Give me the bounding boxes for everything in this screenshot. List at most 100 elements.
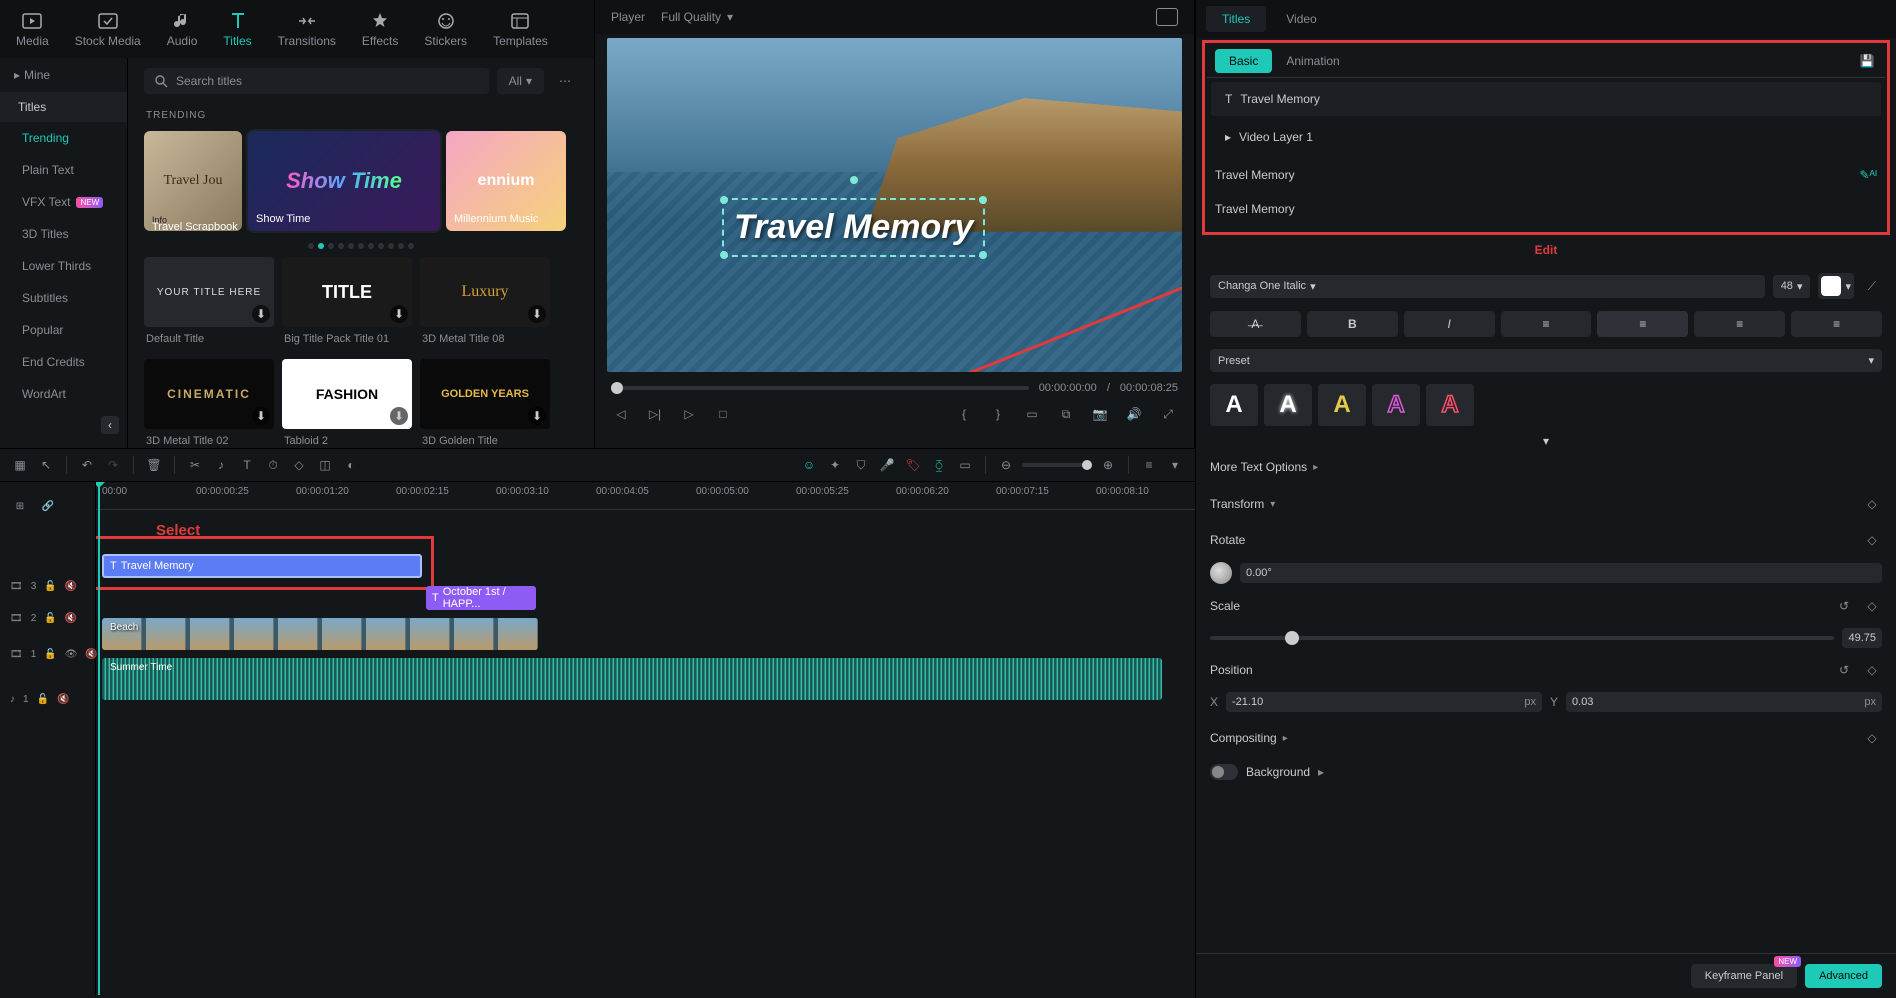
- cut-icon[interactable]: ✂: [185, 455, 205, 475]
- tab-audio[interactable]: Audio: [157, 6, 208, 52]
- pointer-icon[interactable]: ↖: [36, 455, 56, 475]
- preset-2[interactable]: A: [1264, 384, 1312, 426]
- compare-icon[interactable]: ▭: [1022, 404, 1042, 424]
- mark-in-icon[interactable]: {: [954, 404, 974, 424]
- prop-tab-titles[interactable]: Titles: [1206, 6, 1266, 32]
- snapshot-preview-icon[interactable]: [1156, 8, 1178, 26]
- search-input[interactable]: Search titles: [144, 68, 489, 94]
- keyframe-dot-icon[interactable]: ◇: [1862, 494, 1882, 514]
- speed-icon[interactable]: ⏱: [263, 455, 283, 475]
- trending-card-1[interactable]: Travel Jou Info Travel Scrapbook: [144, 131, 242, 231]
- more-text-options[interactable]: More Text Options▸: [1210, 450, 1882, 484]
- track-head-2[interactable]: 🎞2 🔓🔇: [0, 602, 95, 634]
- layer-text[interactable]: T Travel Memory: [1211, 82, 1881, 116]
- trending-card-3[interactable]: ennium Millennium Music: [446, 131, 566, 231]
- tab-stock[interactable]: Stock Media: [65, 6, 151, 52]
- download-icon[interactable]: ⬇: [528, 407, 546, 425]
- snapshot-icon[interactable]: 📷: [1090, 404, 1110, 424]
- layer-video[interactable]: ▸ Video Layer 1: [1211, 120, 1881, 154]
- lock-icon[interactable]: 🔓: [44, 581, 56, 592]
- trending-card-2[interactable]: Show Time Show Time: [248, 131, 440, 231]
- cat-wordart[interactable]: WordArt: [0, 378, 127, 410]
- position-x[interactable]: -21.10 px: [1226, 692, 1542, 712]
- preset-4[interactable]: A: [1372, 384, 1420, 426]
- subtab-animation[interactable]: Animation: [1272, 49, 1353, 73]
- download-icon[interactable]: ⬇: [390, 305, 408, 323]
- rotate-value[interactable]: 0.00°: [1240, 563, 1882, 583]
- preset-dropdown[interactable]: Preset▾: [1210, 349, 1882, 372]
- delete-icon[interactable]: 🗑: [144, 455, 164, 475]
- color-picker[interactable]: ▾: [1818, 273, 1854, 299]
- position-y[interactable]: 0.03 px: [1566, 692, 1882, 712]
- clip-audio[interactable]: Summer Time: [102, 658, 1162, 700]
- volume-icon[interactable]: 🔊: [1124, 404, 1144, 424]
- pencil-ai-icon[interactable]: ✎ᴬᴵ: [1860, 168, 1878, 182]
- cat-vfx[interactable]: VFX TextNEW: [0, 186, 127, 218]
- titles-folder[interactable]: Titles: [0, 92, 127, 122]
- clip-title[interactable]: T Travel Memory: [102, 554, 422, 578]
- redo-icon[interactable]: ↷: [103, 455, 123, 475]
- track-head-1[interactable]: 🎞1 🔓👁🔇: [0, 634, 95, 674]
- timeline-tracks[interactable]: 00:00 00:00:00:25 00:00:01:20 00:00:02:1…: [96, 482, 1195, 995]
- link-icon[interactable]: 🔗: [38, 496, 58, 516]
- fullscreen-icon[interactable]: ⤢: [1158, 404, 1178, 424]
- shield-icon[interactable]: ⛉: [851, 455, 871, 475]
- cat-popular[interactable]: Popular: [0, 314, 127, 346]
- cat-trending[interactable]: Trending: [0, 122, 127, 154]
- download-icon[interactable]: ⬇: [252, 407, 270, 425]
- title-selection-box[interactable]: Travel Memory: [722, 198, 985, 257]
- preset-3[interactable]: A: [1318, 384, 1366, 426]
- expand-presets-button[interactable]: ▾: [1210, 432, 1882, 450]
- align-center-button[interactable]: ≡: [1597, 311, 1688, 337]
- mute-icon[interactable]: 🔇: [65, 613, 77, 624]
- title-cell-2[interactable]: TITLE⬇ Big Title Pack Title 01: [282, 257, 412, 351]
- scale-slider[interactable]: [1210, 636, 1834, 640]
- filter-dropdown[interactable]: All▾: [497, 68, 544, 94]
- title-cell-4[interactable]: CINEMATIC⬇ 3D Metal Title 02: [144, 359, 274, 450]
- title-cell-3[interactable]: Luxury⬇ 3D Metal Title 08: [420, 257, 550, 351]
- tab-media[interactable]: Media: [6, 6, 59, 52]
- track-head-a1[interactable]: ♪1 🔓🔇: [0, 674, 95, 724]
- tab-stickers[interactable]: Stickers: [414, 6, 477, 52]
- keyframe-dot-icon[interactable]: ◇: [1862, 530, 1882, 550]
- reset-icon[interactable]: ↺: [1834, 660, 1854, 680]
- title-cell-5[interactable]: FASHION⬇ Tabloid 2: [282, 359, 412, 450]
- cat-lower[interactable]: Lower Thirds: [0, 250, 127, 282]
- eyedropper-icon[interactable]: ⟋: [1862, 276, 1882, 296]
- mute-icon[interactable]: 🔇: [57, 694, 69, 705]
- lock-icon[interactable]: 🔓: [44, 613, 56, 624]
- align-justify-button[interactable]: ≡: [1791, 311, 1882, 337]
- mic-icon[interactable]: 🎤: [877, 455, 897, 475]
- track-2[interactable]: T October 1st / HAPP...: [96, 582, 1195, 614]
- zoom-out-icon[interactable]: ⊖: [996, 455, 1016, 475]
- transform-section[interactable]: Transform▾ ◇: [1210, 484, 1882, 524]
- marker-icon[interactable]: 🏷: [903, 455, 923, 475]
- crop-icon[interactable]: ◫: [315, 455, 335, 475]
- mark-out-icon[interactable]: }: [988, 404, 1008, 424]
- save-preset-icon[interactable]: 💾: [1857, 51, 1877, 71]
- download-icon[interactable]: ⬇: [252, 305, 270, 323]
- prop-tab-video[interactable]: Video: [1270, 6, 1332, 32]
- clip-subtitle[interactable]: T October 1st / HAPP...: [426, 586, 536, 610]
- music-icon[interactable]: ♪: [211, 455, 231, 475]
- title-cell-6[interactable]: GOLDEN YEARS⬇ 3D Golden Title: [420, 359, 550, 450]
- ai-icon[interactable]: ☺: [799, 455, 819, 475]
- enhance-icon[interactable]: ✦: [825, 455, 845, 475]
- advanced-button[interactable]: Advanced: [1805, 964, 1882, 988]
- track-audio[interactable]: Summer Time: [96, 654, 1195, 704]
- tab-titles[interactable]: Titles: [213, 6, 261, 52]
- align-left-button[interactable]: ≡: [1501, 311, 1592, 337]
- playhead[interactable]: [98, 482, 100, 995]
- background-toggle[interactable]: [1210, 764, 1238, 780]
- rotate-dial[interactable]: [1210, 562, 1232, 584]
- quality-dropdown[interactable]: Full Quality▾: [661, 10, 733, 24]
- preset-5[interactable]: A: [1426, 384, 1474, 426]
- list-icon[interactable]: ≡: [1139, 455, 1159, 475]
- tab-transitions[interactable]: Transitions: [268, 6, 346, 52]
- zoom-slider[interactable]: [1022, 463, 1092, 467]
- stop-icon[interactable]: □: [713, 404, 733, 424]
- track-3[interactable]: T Travel Memory: [96, 550, 1195, 582]
- mask-icon[interactable]: ◐: [341, 455, 361, 475]
- keyframe-panel-button[interactable]: Keyframe Panel: [1691, 964, 1797, 988]
- cat-plain[interactable]: Plain Text: [0, 154, 127, 186]
